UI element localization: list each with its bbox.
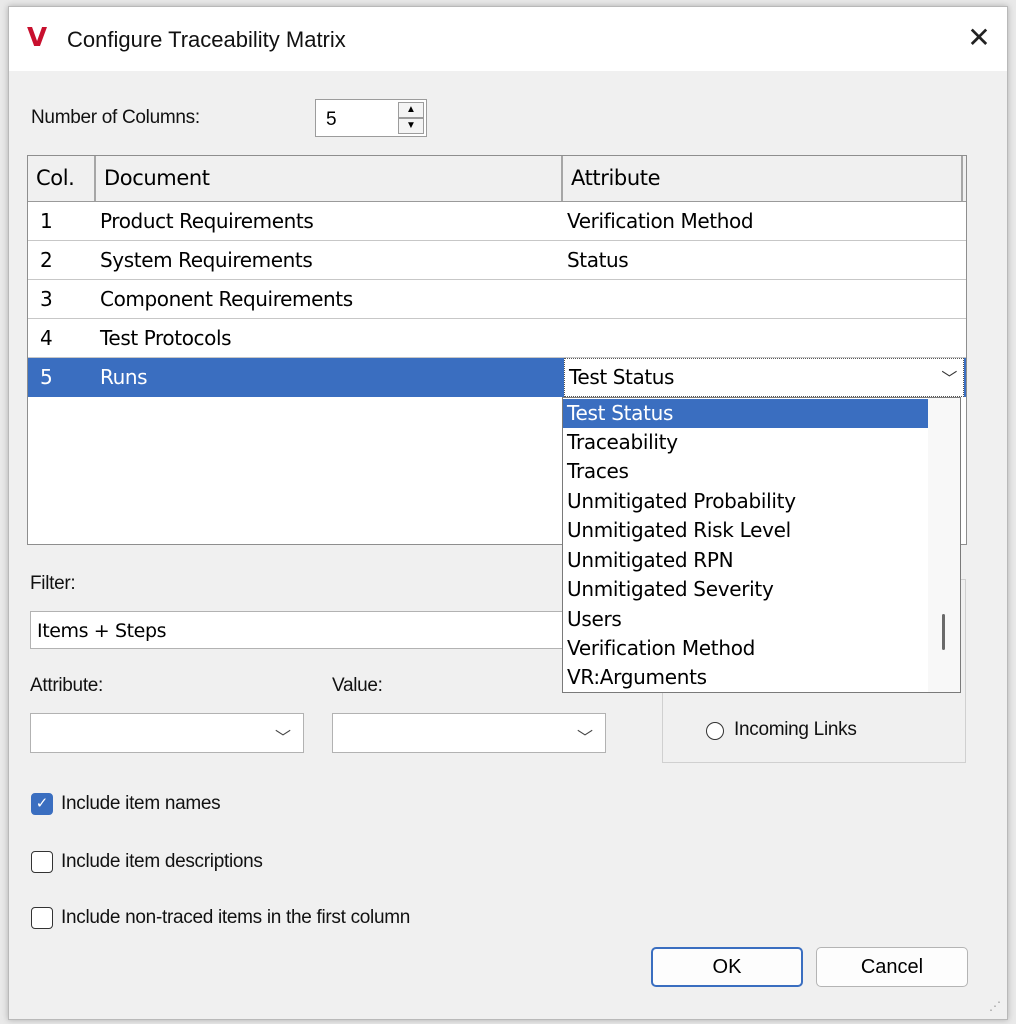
spin-up-icon[interactable]: ▲: [398, 102, 424, 118]
header-attribute[interactable]: Attribute: [563, 156, 963, 201]
dropdown-option[interactable]: Traces: [563, 457, 931, 486]
grid-row-5-selected[interactable]: 5 Runs Test Status ﹀: [28, 358, 966, 397]
row-col: 1: [40, 209, 53, 233]
include-non-traced-label[interactable]: Include non-traced items in the first co…: [61, 907, 410, 929]
dialog-title: Configure Traceability Matrix: [67, 27, 346, 52]
resize-grip-icon[interactable]: ⋰: [989, 999, 1001, 1013]
dropdown-option[interactable]: Unmitigated RPN: [563, 546, 931, 575]
attribute-label: Attribute:: [30, 675, 104, 696]
spin-down-icon[interactable]: ▼: [398, 118, 424, 134]
dropdown-option[interactable]: Users: [563, 605, 931, 634]
chevron-down-icon[interactable]: ﹀: [941, 365, 957, 389]
configure-traceability-matrix-dialog: V Configure Traceability Matrix ✕ Number…: [8, 6, 1008, 1020]
filter-label: Filter:: [30, 573, 76, 594]
header-document[interactable]: Document: [96, 156, 563, 201]
dropdown-option[interactable]: Unmitigated Severity: [563, 575, 931, 604]
include-item-names-checkbox[interactable]: ✓: [31, 793, 53, 815]
filter-value: Items + Steps: [37, 620, 167, 642]
grid-header: Col. Document Attribute: [28, 156, 966, 202]
dropdown-option[interactable]: Test Status: [563, 399, 931, 428]
incoming-links-radio[interactable]: [706, 722, 724, 740]
chevron-down-icon: ﹀: [576, 730, 593, 747]
attribute-combobox-value: Test Status: [569, 365, 675, 389]
dropdown-scrollbar[interactable]: [928, 398, 960, 692]
filter-input[interactable]: Items + Steps: [30, 611, 570, 649]
row-document: Runs: [100, 365, 148, 389]
row-col: 4: [40, 326, 53, 350]
include-non-traced-checkbox[interactable]: [31, 907, 53, 929]
number-of-columns-value[interactable]: 5: [326, 109, 337, 131]
grid-row-1[interactable]: 1 Product Requirements Verification Meth…: [28, 202, 966, 241]
include-item-names-label[interactable]: Include item names: [61, 793, 221, 815]
dropdown-option[interactable]: Verification Method: [563, 634, 931, 663]
row-col: 3: [40, 287, 53, 311]
spinner-buttons: ▲ ▼: [398, 102, 424, 134]
row-document: Test Protocols: [100, 326, 232, 350]
dropdown-option[interactable]: Unmitigated Probability: [563, 487, 931, 516]
close-icon[interactable]: ✕: [951, 7, 1007, 71]
include-item-descriptions-label[interactable]: Include item descriptions: [61, 851, 263, 873]
ok-button[interactable]: OK: [651, 947, 803, 987]
app-logo-icon: V: [27, 23, 48, 53]
cancel-button[interactable]: Cancel: [816, 947, 968, 987]
include-item-descriptions-checkbox[interactable]: [31, 851, 53, 873]
attribute-select[interactable]: ﹀: [30, 713, 304, 753]
row-document: System Requirements: [100, 248, 313, 272]
row-attribute: Status: [567, 248, 629, 272]
value-select[interactable]: ﹀: [332, 713, 606, 753]
number-of-columns-spinner[interactable]: 5 ▲ ▼: [315, 99, 427, 137]
dropdown-option[interactable]: Traceability: [563, 428, 931, 457]
row-col: 2: [40, 248, 53, 272]
grid-row-2[interactable]: 2 System Requirements Status: [28, 241, 966, 280]
row-attribute: Verification Method: [567, 209, 754, 233]
header-col[interactable]: Col.: [28, 156, 96, 201]
dropdown-option[interactable]: VR:Arguments: [563, 663, 931, 692]
grid-row-4[interactable]: 4 Test Protocols: [28, 319, 966, 358]
grid-row-3[interactable]: 3 Component Requirements: [28, 280, 966, 319]
value-label: Value:: [332, 675, 383, 696]
chevron-down-icon: ﹀: [274, 730, 291, 747]
attribute-cell-combobox[interactable]: Test Status ﹀: [564, 358, 964, 397]
attribute-dropdown-list[interactable]: Test Status Traceability Traces Unmitiga…: [562, 397, 961, 693]
row-document: Product Requirements: [100, 209, 314, 233]
scrollbar-thumb[interactable]: [942, 614, 945, 650]
title-bar: V Configure Traceability Matrix ✕: [9, 7, 1007, 71]
row-document: Component Requirements: [100, 287, 353, 311]
dropdown-option[interactable]: Unmitigated Risk Level: [563, 516, 931, 545]
row-col: 5: [40, 365, 53, 389]
incoming-links-label[interactable]: Incoming Links: [734, 719, 857, 741]
number-of-columns-label: Number of Columns:: [31, 107, 200, 128]
